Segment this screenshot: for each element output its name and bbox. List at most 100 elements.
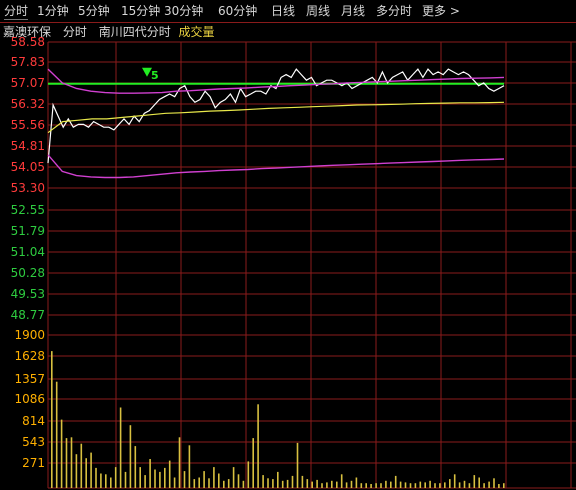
volume-bar: [321, 483, 323, 488]
volume-bar: [134, 446, 137, 488]
volume-bar: [350, 480, 353, 488]
volume-bar: [114, 467, 117, 488]
volume-tick-label: 543: [22, 435, 45, 449]
volume-bar: [478, 477, 480, 488]
volume-bar: [453, 474, 456, 488]
volume-bar: [444, 482, 446, 488]
intraday-chart[interactable]: 58.58 57.83 57.07 56.32 55.56 54.81 54.05 53.30…: [0, 0, 576, 490]
volume-bar: [105, 474, 107, 488]
volume-bar: [380, 483, 382, 488]
volume-bar: [232, 467, 235, 488]
volume-bar: [139, 467, 141, 488]
price-tick-label: 54.81: [11, 139, 45, 153]
volume-bar: [296, 442, 299, 488]
volume-bar: [424, 482, 426, 488]
volume-bar: [80, 443, 83, 488]
volume-bar: [159, 471, 161, 488]
volume-bar: [227, 479, 230, 488]
volume-bar: [124, 471, 127, 488]
volume-bar: [385, 480, 387, 488]
volume-bar: [168, 460, 171, 488]
volume-bar: [272, 479, 274, 488]
volume-bar: [399, 481, 402, 488]
volume-tick-label: 1628: [14, 349, 45, 363]
volume-bar: [345, 482, 348, 488]
lower-tick-label: 52.55: [11, 203, 45, 217]
volume-bar: [449, 479, 451, 488]
volume-bar: [331, 480, 333, 488]
volume-bar: [301, 475, 304, 488]
volume-bar: [468, 483, 471, 488]
volume-bar: [178, 437, 181, 488]
volume-bar: [458, 482, 461, 488]
volume-bar: [70, 437, 73, 488]
price-tick-label: 54.05: [11, 160, 45, 174]
volume-bar: [370, 484, 372, 488]
volume-tick-label: 271: [22, 456, 45, 470]
volume-bar: [183, 471, 186, 488]
volume-bar: [326, 482, 328, 488]
volume-tick-label: 814: [22, 414, 45, 428]
volume-bar: [213, 467, 215, 488]
price-tick-label: 55.56: [11, 118, 45, 132]
volume-bar: [60, 419, 63, 488]
volume-bar: [503, 483, 505, 488]
volume-bar: [252, 438, 254, 488]
volume-bar: [223, 480, 225, 488]
volume-bar: [110, 477, 112, 488]
volume-bar: [394, 475, 397, 488]
price-tick-label: 56.32: [11, 97, 45, 111]
price-tick-label: 57.83: [11, 55, 45, 69]
volume-bar: [375, 483, 377, 488]
volume-tick-label: 1357: [14, 372, 45, 386]
price-tick-label: 58.58: [11, 35, 45, 49]
volume-bar: [173, 477, 176, 488]
volume-bar: [409, 483, 412, 488]
volume-bar: [306, 479, 309, 488]
lower-tick-label: 50.28: [11, 266, 45, 280]
volume-bar: [188, 445, 191, 488]
volume-tick-label: 1086: [14, 392, 45, 406]
volume-bar: [257, 404, 259, 488]
volume-bar: [193, 479, 196, 488]
lower-tick-label: 51.04: [11, 245, 45, 259]
volume-bar: [493, 478, 495, 488]
volume-bar: [483, 483, 485, 488]
volume-bar: [390, 481, 392, 488]
volume-bar: [291, 475, 294, 488]
volume-bar: [51, 351, 53, 488]
volume-bar: [434, 483, 436, 488]
volume-bar: [414, 483, 417, 488]
volume-bar: [149, 459, 151, 488]
lower-tick-label: 48.77: [11, 308, 45, 322]
volume-bar: [262, 475, 264, 488]
volume-bar: [365, 483, 367, 488]
signal-marker-label: 5: [151, 69, 159, 82]
volume-bar: [267, 478, 269, 488]
volume-bar: [208, 478, 210, 488]
volume-bar: [242, 480, 245, 488]
volume-tick-label: 1900: [14, 328, 45, 342]
volume-bar: [100, 473, 102, 488]
volume-bar: [311, 481, 313, 488]
volume-bar: [463, 480, 466, 488]
volume-bar: [90, 452, 92, 488]
volume-bar: [203, 471, 205, 488]
volume-bar: [340, 474, 343, 488]
volume-bar: [439, 483, 441, 488]
price-tick-label: 57.07: [11, 76, 45, 90]
volume-bar: [316, 479, 318, 488]
volume-bar: [75, 454, 78, 488]
lower-tick-label: 51.79: [11, 224, 45, 238]
volume-bar: [198, 477, 200, 488]
volume-bar: [488, 481, 490, 488]
volume-bar: [360, 483, 363, 488]
volume-bar: [55, 381, 58, 488]
volume-bar: [419, 481, 422, 488]
price-tick-label: 53.30: [11, 181, 45, 195]
volume-bar: [473, 475, 476, 488]
volume-bar: [237, 474, 240, 488]
volume-bar: [119, 407, 122, 488]
volume-bar: [355, 477, 358, 488]
volume-bar: [144, 475, 146, 488]
